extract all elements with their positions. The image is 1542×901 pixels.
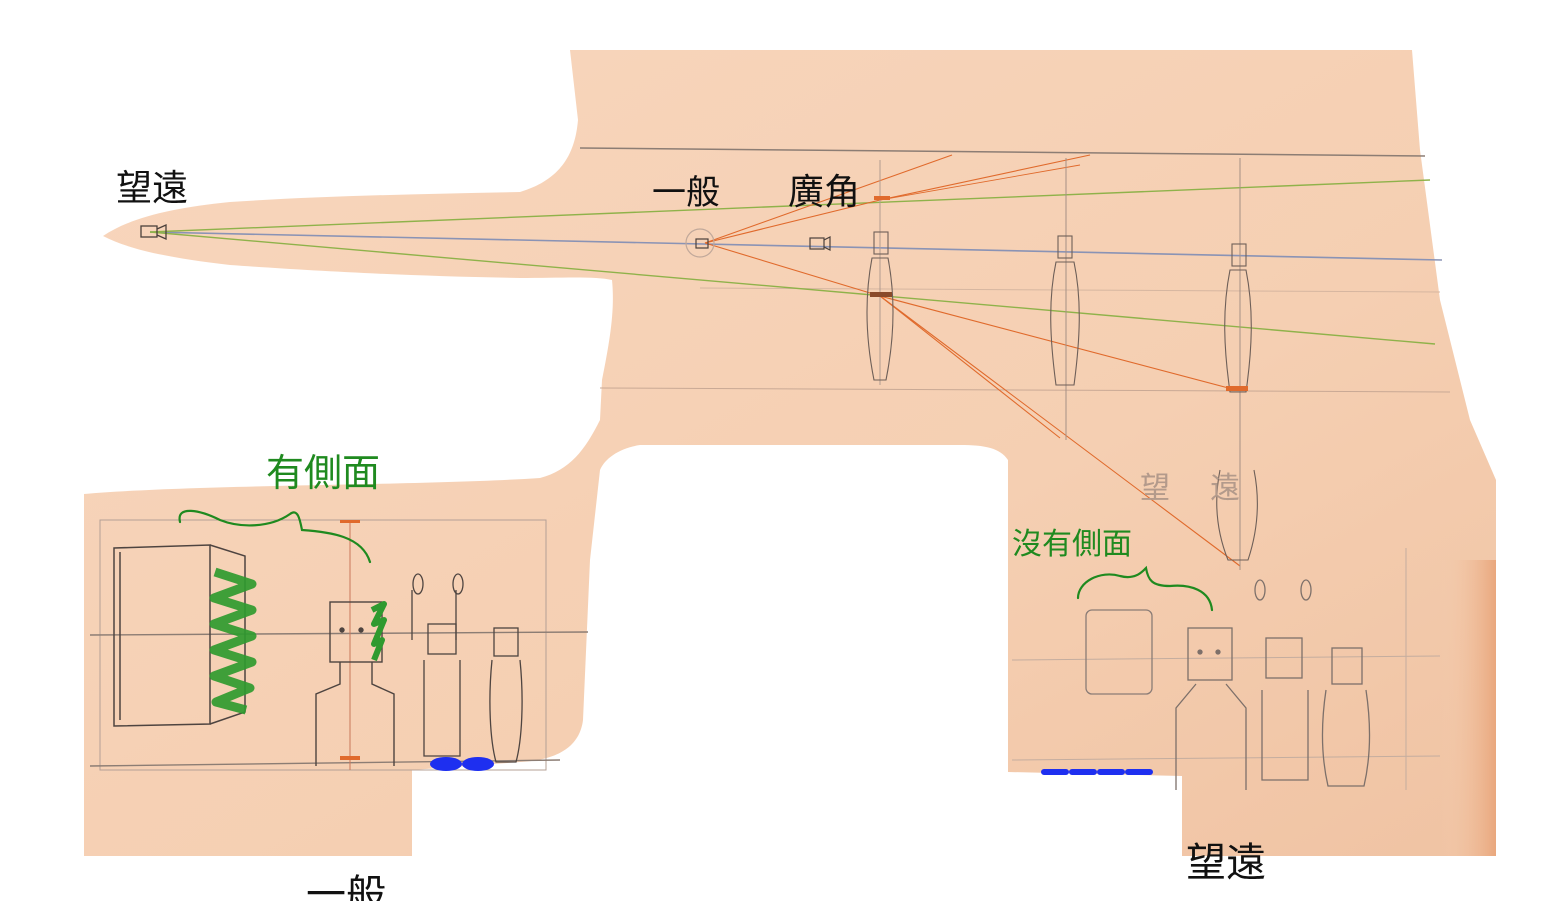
label-normal-bottom-left: 一般	[306, 872, 386, 901]
label-telephoto-top: 望遠	[116, 168, 188, 209]
perspective-sketch-diagram: 望遠 一般 廣角 有側面 沒有側面 望遠 一般 望遠	[84, 50, 1496, 901]
label-telephoto-pencil-note: 望遠	[1140, 471, 1280, 506]
paper-edge-shade	[1440, 560, 1496, 856]
label-wide-top: 廣角	[788, 172, 860, 213]
label-normal-top: 一般	[652, 173, 720, 213]
label-has-side: 有側面	[266, 451, 380, 495]
label-telephoto-bottom-right: 望遠	[1186, 840, 1266, 886]
label-no-side: 沒有側面	[1012, 527, 1132, 562]
